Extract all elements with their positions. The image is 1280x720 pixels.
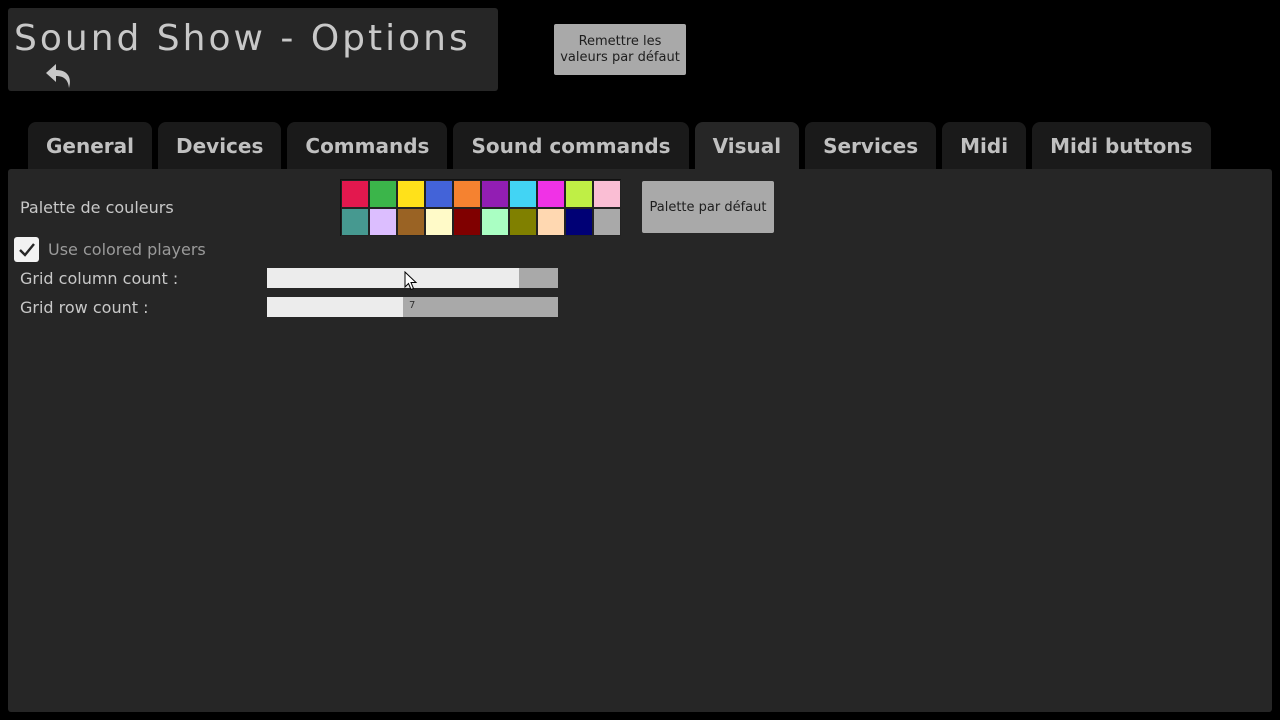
palette-swatch[interactable] <box>397 208 425 236</box>
grid-column-label: Grid column count : <box>20 269 179 288</box>
palette-swatch[interactable] <box>341 208 369 236</box>
tab-midi-buttons[interactable]: Midi buttons <box>1032 122 1211 169</box>
back-button[interactable] <box>42 58 78 94</box>
checkmark-icon <box>18 242 35 257</box>
tab-bar: General Devices Commands Sound commands Visu… <box>28 122 1211 169</box>
grid-row-slider-fill <box>267 297 403 317</box>
tab-devices[interactable]: Devices <box>158 122 282 169</box>
palette-swatch[interactable] <box>565 208 593 236</box>
use-colored-players-label: Use colored players <box>48 240 206 259</box>
palette-swatch[interactable] <box>509 208 537 236</box>
grid-column-slider[interactable] <box>267 268 558 288</box>
palette-swatch[interactable] <box>593 208 621 236</box>
palette-swatch[interactable] <box>593 180 621 208</box>
palette-swatch[interactable] <box>369 180 397 208</box>
tab-commands[interactable]: Commands <box>287 122 448 169</box>
palette-swatch[interactable] <box>425 180 453 208</box>
grid-row-label: Grid row count : <box>20 298 149 317</box>
grid-row-slider[interactable]: 7 <box>267 297 558 317</box>
palette-swatch[interactable] <box>369 208 397 236</box>
grid-column-slider-fill <box>267 268 519 288</box>
reset-defaults-button[interactable]: Remettre les valeurs par défaut <box>554 24 686 75</box>
grid-row-value: 7 <box>409 300 416 311</box>
tab-visual[interactable]: Visual <box>694 122 800 169</box>
color-palette <box>340 179 621 236</box>
palette-swatch[interactable] <box>481 208 509 236</box>
palette-swatch[interactable] <box>397 180 425 208</box>
tab-sound-commands[interactable]: Sound commands <box>453 122 689 169</box>
palette-swatch[interactable] <box>537 180 565 208</box>
palette-swatch[interactable] <box>537 208 565 236</box>
tab-midi[interactable]: Midi <box>942 122 1027 169</box>
palette-swatch[interactable] <box>425 208 453 236</box>
undo-arrow-icon <box>46 64 70 88</box>
palette-swatch[interactable] <box>453 180 481 208</box>
title-box: Sound Show - Options <box>8 8 498 91</box>
palette-default-button[interactable]: Palette par défaut <box>642 181 774 233</box>
palette-swatch[interactable] <box>341 180 369 208</box>
palette-swatch[interactable] <box>565 180 593 208</box>
tab-general[interactable]: General <box>28 122 152 169</box>
page-title: Sound Show - Options <box>14 18 471 59</box>
palette-swatch[interactable] <box>453 208 481 236</box>
palette-label: Palette de couleurs <box>20 198 174 217</box>
palette-swatch[interactable] <box>481 180 509 208</box>
tab-services[interactable]: Services <box>805 122 937 169</box>
use-colored-players-checkbox[interactable] <box>14 237 39 262</box>
palette-swatch[interactable] <box>509 180 537 208</box>
